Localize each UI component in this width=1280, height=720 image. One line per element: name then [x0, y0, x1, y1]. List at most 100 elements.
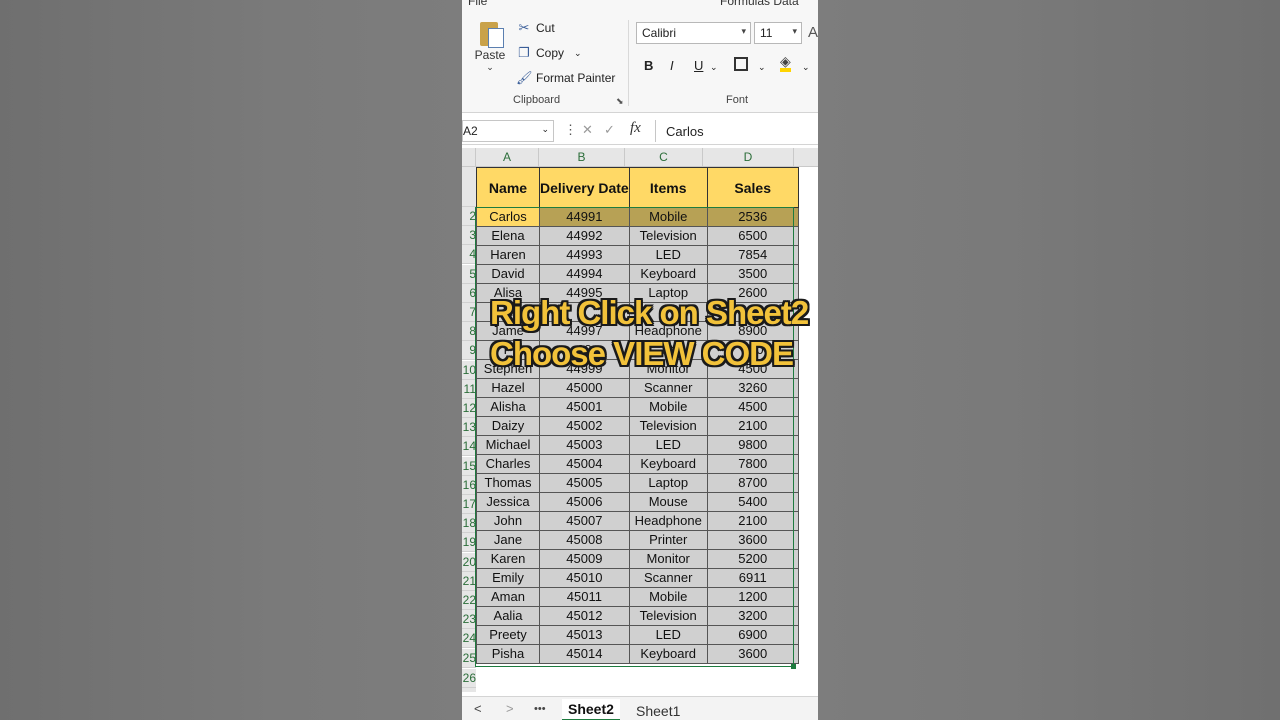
row-header[interactable]: 5 [462, 264, 476, 284]
sales-cell[interactable]: 4500 [706, 397, 799, 417]
column-header-b[interactable]: B [539, 148, 625, 167]
chevron-down-icon[interactable]: ⌄ [710, 62, 718, 73]
sales-cell[interactable]: 3600 [706, 644, 799, 664]
sales-cell[interactable]: 2100 [706, 416, 799, 436]
row-header[interactable]: 19 [462, 533, 476, 553]
date-cell[interactable]: 45008 [539, 530, 630, 550]
date-cell[interactable]: 45001 [539, 397, 630, 417]
row-header[interactable]: 3 [462, 226, 476, 246]
item-cell[interactable]: Printer [628, 530, 708, 550]
row-header[interactable]: 21 [462, 571, 476, 591]
bold-button[interactable]: B [644, 58, 653, 73]
item-cell[interactable]: LED [628, 435, 708, 455]
name-cell[interactable]: Alisha [476, 397, 540, 417]
sales-cell[interactable]: 3600 [706, 530, 799, 550]
name-cell[interactable]: Jane [476, 530, 540, 550]
name-cell[interactable]: Carlos [476, 207, 540, 227]
date-cell[interactable]: 44993 [539, 245, 630, 265]
row-header[interactable]: 26 [462, 668, 476, 688]
next-sheet-icon[interactable]: > [506, 701, 514, 716]
item-cell[interactable]: Keyboard [628, 644, 708, 664]
sales-cell[interactable]: 2100 [706, 511, 799, 531]
header-sales[interactable]: Sales [706, 167, 799, 208]
name-cell[interactable]: Michael [476, 435, 540, 455]
format-painter-button[interactable]: 🖌 Format Painter [516, 70, 615, 86]
name-cell[interactable]: Haren [476, 245, 540, 265]
sales-cell[interactable]: 1200 [706, 587, 799, 607]
borders-icon[interactable] [734, 57, 748, 71]
row-header[interactable]: 2 [462, 207, 476, 226]
sales-cell[interactable]: 9800 [706, 435, 799, 455]
more-sheets-button[interactable]: ••• [534, 703, 546, 715]
item-cell[interactable]: Scanner [628, 378, 708, 398]
sales-cell[interactable]: 2536 [706, 207, 799, 227]
row-header[interactable]: 23 [462, 610, 476, 630]
header-delivery-date[interactable]: Delivery Date [539, 167, 630, 208]
row-header[interactable] [462, 167, 476, 207]
font-name-select[interactable]: Calibri ▾ [636, 22, 751, 44]
prev-sheet-icon[interactable]: < [474, 701, 482, 716]
item-cell[interactable]: Mobile [628, 207, 708, 227]
row-header[interactable]: 18 [462, 514, 476, 534]
item-cell[interactable]: Television [628, 416, 708, 436]
date-cell[interactable]: 45013 [539, 625, 630, 645]
item-cell[interactable]: Headphone [628, 511, 708, 531]
name-cell[interactable]: Emily [476, 568, 540, 588]
fill-handle[interactable] [791, 664, 796, 669]
insert-function-button[interactable]: fx [630, 120, 641, 137]
fill-color-icon[interactable]: ◈ [780, 54, 791, 72]
sales-cell[interactable]: 6900 [706, 625, 799, 645]
row-header[interactable]: 13 [462, 418, 476, 438]
name-cell[interactable]: Aalia [476, 606, 540, 626]
name-cell[interactable]: Karen [476, 549, 540, 569]
item-cell[interactable]: Television [628, 606, 708, 626]
sales-cell[interactable]: 5200 [706, 549, 799, 569]
name-cell[interactable]: Charles [476, 454, 540, 474]
date-cell[interactable]: 45014 [539, 644, 630, 664]
name-cell[interactable]: Aman [476, 587, 540, 607]
sales-cell[interactable]: 5400 [706, 492, 799, 512]
row-header[interactable]: 20 [462, 552, 476, 572]
more-options-icon[interactable]: ⋮ [564, 122, 577, 138]
item-cell[interactable]: Mobile [628, 397, 708, 417]
italic-button[interactable]: I [670, 58, 674, 73]
date-cell[interactable]: 45012 [539, 606, 630, 626]
formula-input[interactable]: Carlos [655, 120, 818, 142]
item-cell[interactable]: Laptop [628, 473, 708, 493]
sales-cell[interactable]: 6911 [706, 568, 799, 588]
item-cell[interactable]: Scanner [628, 568, 708, 588]
date-cell[interactable]: 45009 [539, 549, 630, 569]
row-header[interactable]: 8 [462, 322, 476, 342]
date-cell[interactable]: 45000 [539, 378, 630, 398]
dialog-launcher-icon[interactable]: ⬊ [616, 96, 624, 107]
name-cell[interactable]: Pisha [476, 644, 540, 664]
paste-button[interactable]: Paste ⌄ [472, 18, 508, 73]
name-cell[interactable]: Daizy [476, 416, 540, 436]
name-cell[interactable]: Jessica [476, 492, 540, 512]
tab-sheet2[interactable]: Sheet2 [562, 699, 620, 720]
row-header[interactable]: 10 [462, 360, 476, 380]
row-header[interactable]: 25 [462, 648, 476, 668]
select-all-corner[interactable] [462, 148, 476, 167]
menu-file[interactable]: File [468, 0, 487, 8]
copy-button[interactable]: ❐ Copy ⌄ [516, 45, 581, 61]
header-name[interactable]: Name [476, 167, 540, 208]
sales-cell[interactable]: 3260 [706, 378, 799, 398]
column-header-a[interactable]: A [476, 148, 539, 167]
name-cell[interactable]: David [476, 264, 540, 284]
row-header[interactable]: 12 [462, 399, 476, 418]
item-cell[interactable]: Television [628, 226, 708, 246]
name-cell[interactable]: John [476, 511, 540, 531]
date-cell[interactable]: 45011 [539, 587, 630, 607]
tab-sheet1[interactable]: Sheet1 [630, 701, 686, 720]
item-cell[interactable]: LED [628, 625, 708, 645]
date-cell[interactable]: 45007 [539, 511, 630, 531]
date-cell[interactable]: 44991 [539, 207, 630, 227]
menu-formulas-data[interactable]: Formulas Data [720, 0, 799, 8]
increase-font-icon[interactable]: A [808, 24, 818, 41]
column-header-c[interactable]: C [625, 148, 703, 167]
row-header[interactable]: 16 [462, 475, 476, 495]
row-header[interactable]: 14 [462, 437, 476, 457]
enter-icon[interactable]: ✓ [604, 122, 615, 138]
cut-button[interactable]: ✂ Cut [516, 20, 555, 36]
